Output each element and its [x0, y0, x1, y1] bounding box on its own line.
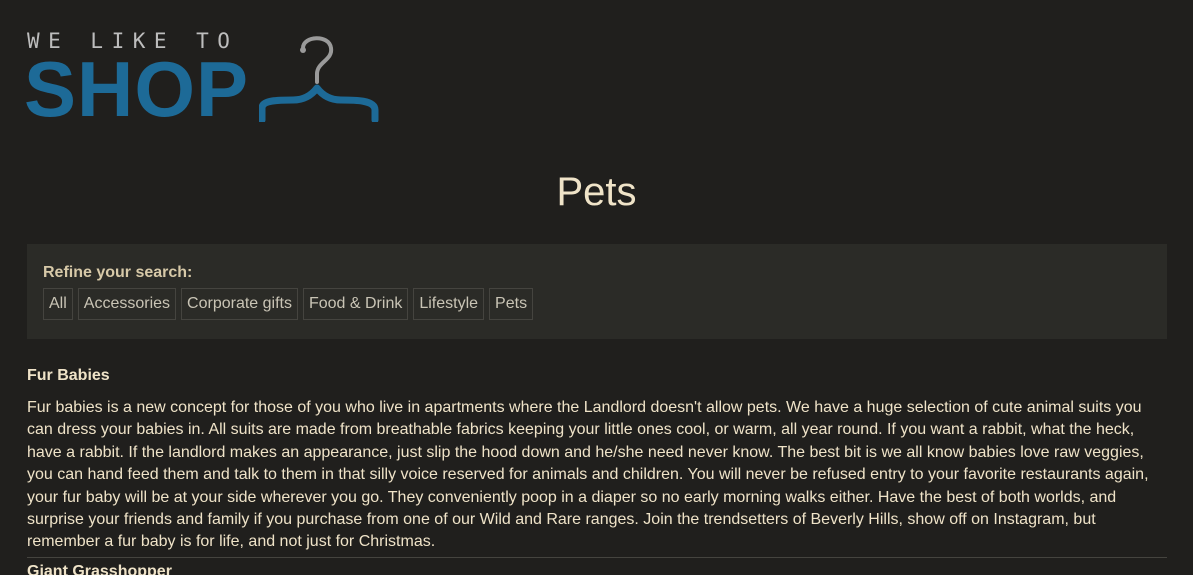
logo-wordmark: SHOP [24, 45, 250, 133]
filter-accessories-button[interactable]: Accessories [77, 288, 177, 320]
hanger-icon [259, 36, 379, 122]
product-name[interactable]: Fur Babies [27, 367, 1167, 385]
site-logo[interactable]: WE LIKE TO SHOP [24, 30, 387, 133]
page: WE LIKE TO SHOP Pets Refine your search:… [0, 0, 1193, 575]
page-title: Pets [556, 170, 637, 214]
product-name[interactable]: Giant Grasshopper [27, 563, 1167, 575]
filter-food-drink-button[interactable]: Food & Drink [302, 288, 409, 320]
product-divider [27, 557, 1167, 558]
product-description: Fur babies is a new concept for those of… [27, 399, 1149, 551]
filter-all-button[interactable]: All [43, 288, 73, 320]
product-item: Fur Babies Fur babies is a new concept f… [27, 367, 1167, 554]
filter-lifestyle-button[interactable]: Lifestyle [413, 288, 485, 320]
refine-search-label: Refine your search: [43, 264, 193, 281]
product-item: Giant Grasshopper [27, 563, 1167, 575]
filter-corporate-gifts-button[interactable]: Corporate gifts [181, 288, 298, 320]
filter-pets-button[interactable]: Pets [489, 288, 534, 320]
filter-list: All Accessories Corporate gifts Food & D… [43, 288, 534, 320]
refine-search-panel: Refine your search: All Accessories Corp… [27, 244, 1167, 339]
